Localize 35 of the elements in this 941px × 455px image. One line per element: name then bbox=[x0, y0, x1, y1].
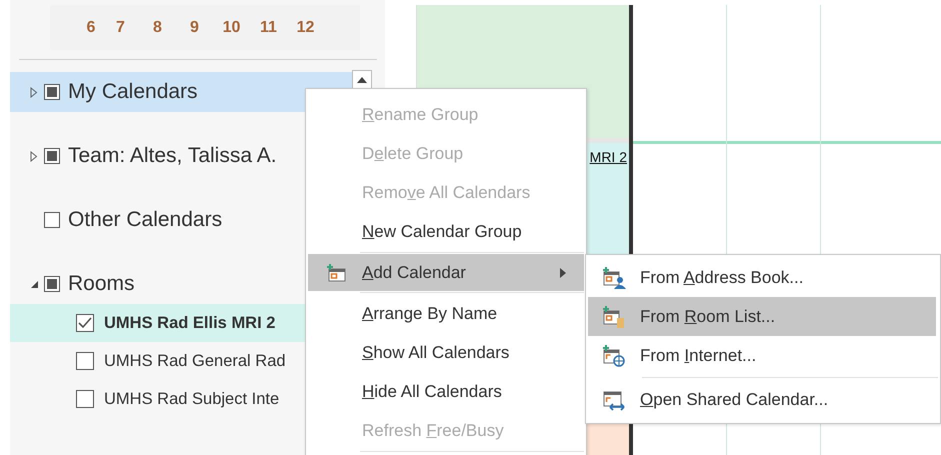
group-checkbox[interactable] bbox=[44, 148, 60, 164]
calendar-day[interactable]: 6 bbox=[80, 18, 102, 36]
menu-item[interactable]: Add Calendar bbox=[308, 254, 584, 291]
collapse-arrow-icon[interactable] bbox=[30, 280, 39, 288]
menu-item[interactable]: From Room List... bbox=[588, 297, 936, 336]
group-checkbox[interactable] bbox=[44, 84, 60, 100]
calendar-globe-icon bbox=[602, 344, 626, 366]
group-checkbox[interactable] bbox=[44, 212, 60, 228]
menu-item[interactable]: From Internet... bbox=[588, 336, 936, 375]
menu-item[interactable]: Open Shared Calendar... bbox=[588, 380, 936, 419]
menu-item[interactable]: New Calendar Group bbox=[308, 212, 584, 251]
selected-group-row[interactable]: My Calendars bbox=[10, 72, 352, 112]
menu-item[interactable]: From Address Book... bbox=[588, 258, 936, 297]
calendar-person-icon bbox=[602, 266, 626, 288]
calendar-checkbox[interactable] bbox=[76, 352, 94, 370]
calendar-day[interactable]: 9 bbox=[176, 18, 213, 36]
scroll-up-button[interactable] bbox=[352, 70, 372, 90]
calendar-name: UMHS Rad Subject Inte bbox=[104, 390, 280, 408]
calendar-day[interactable]: 12 bbox=[287, 18, 324, 36]
calendar-name: UMHS Rad Ellis MRI 2 bbox=[104, 314, 276, 332]
calendar-door-icon bbox=[602, 306, 626, 328]
calendar-arrows-icon bbox=[602, 388, 626, 410]
appointment-title[interactable]: MRI 2 bbox=[590, 149, 627, 165]
menu-item[interactable]: Hide All Calendars bbox=[308, 372, 584, 411]
calendar-checkbox[interactable] bbox=[76, 390, 94, 408]
calendar-day[interactable]: 8 bbox=[139, 18, 176, 36]
group-checkbox[interactable] bbox=[44, 276, 60, 292]
expand-arrow-icon[interactable] bbox=[30, 86, 38, 98]
calendar-name: UMHS Rad General Rad bbox=[104, 352, 286, 370]
up-arrow-icon bbox=[357, 77, 367, 83]
expand-arrow-icon[interactable] bbox=[30, 150, 38, 162]
calendar-day[interactable]: 11 bbox=[250, 18, 287, 36]
calendar-day[interactable]: 10 bbox=[213, 18, 250, 36]
calendar-day[interactable]: 7 bbox=[102, 18, 139, 36]
calendar-checkbox[interactable] bbox=[76, 314, 94, 332]
